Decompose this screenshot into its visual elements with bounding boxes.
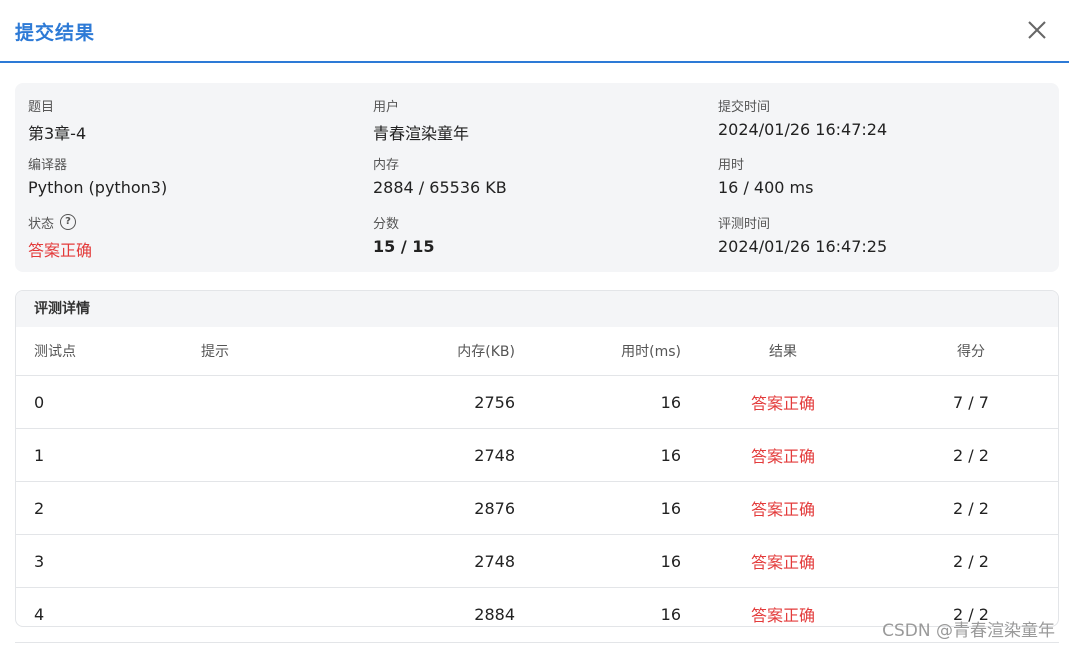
cell-memory: 2884	[474, 604, 515, 624]
cell-result: 答案正确	[682, 534, 884, 588]
user-label: 用户	[373, 99, 400, 115]
cell-test-point: 3	[16, 534, 200, 588]
cell-hint	[200, 588, 322, 627]
table-row: 3 2748 16 答案正确 2 / 2	[16, 534, 1058, 588]
compiler-label: 编译器	[28, 157, 68, 173]
table-row: 0 2756 16 答案正确 7 / 7	[16, 375, 1058, 429]
status-label-row: 状态 ?	[28, 213, 92, 232]
cell-time: 16	[516, 428, 682, 482]
problem-field: 题目 第3章-4	[28, 96, 86, 144]
score-field: 分数 15 / 15	[373, 213, 435, 257]
cell-test-point: 2	[16, 481, 200, 535]
table-row: 2 2876 16 答案正确 2 / 2	[16, 481, 1058, 535]
problem-value: 第3章-4	[28, 124, 87, 143]
cell-hint	[200, 428, 322, 482]
compiler-field: 编译器 Python (python3)	[28, 154, 168, 198]
col-time: 用时(ms)	[516, 327, 682, 376]
cell-result: 答案正确	[750, 606, 815, 625]
time-used-label: 用时	[718, 157, 745, 173]
status-label: 状态	[28, 216, 55, 232]
score-label: 分数	[373, 216, 400, 232]
cell-test-point: 1	[16, 428, 200, 482]
submission-summary: 题目 第3章-4 用户 青春渲染童年 提交时间 2024/01/26 16:47…	[15, 83, 1059, 272]
cell-time: 16	[516, 375, 682, 429]
col-memory: 内存(KB)	[322, 327, 516, 376]
cell-score: 7 / 7	[884, 375, 1058, 429]
compiler-value: Python (python3)	[28, 178, 168, 197]
judge-time-label: 评测时间	[718, 216, 771, 232]
cell-hint	[200, 481, 322, 535]
watermark: CSDN @青春渲染童年	[882, 621, 1055, 641]
col-test-point: 测试点	[16, 327, 200, 376]
submit-time-label: 提交时间	[718, 99, 771, 115]
cell-memory: 2876	[322, 481, 516, 535]
user-value: 青春渲染童年	[373, 124, 470, 143]
cell-hint	[200, 375, 322, 429]
close-icon[interactable]	[1023, 16, 1051, 44]
col-hint: 提示	[200, 327, 322, 376]
judge-details-panel: 评测详情 测试点 提示 内存(KB) 用时(ms) 结果 得分 0 2756 1…	[15, 290, 1059, 627]
cell-memory: 2748	[322, 534, 516, 588]
problem-label: 题目	[28, 99, 55, 115]
time-used-value: 16 / 400 ms	[718, 178, 814, 197]
cell-score: 2 / 2	[884, 428, 1058, 482]
submit-time-field: 提交时间 2024/01/26 16:47:24	[718, 96, 888, 140]
cell-hint	[200, 534, 322, 588]
memory-label: 内存	[373, 157, 400, 173]
cell-memory: 2748	[322, 428, 516, 482]
score-value: 15 / 15	[373, 237, 435, 256]
status-field: 状态 ? 答案正确	[28, 213, 92, 261]
cell-score: 2 / 2	[884, 534, 1058, 588]
time-used-field: 用时 16 / 400 ms	[718, 154, 814, 198]
user-field: 用户 青春渲染童年	[373, 96, 469, 144]
table-row: 1 2748 16 答案正确 2 / 2	[16, 428, 1058, 482]
dialog-header: 提交结果	[0, 0, 1069, 63]
divider	[15, 642, 1059, 643]
dialog-title: 提交结果	[15, 22, 96, 44]
submit-time-value: 2024/01/26 16:47:24	[718, 120, 888, 139]
judge-time-field: 评测时间 2024/01/26 16:47:25	[718, 213, 888, 257]
col-score: 得分	[884, 327, 1058, 376]
details-table: 测试点 提示 内存(KB) 用时(ms) 结果 得分 0 2756 16 答案正…	[16, 327, 1058, 627]
question-circle-icon[interactable]: ?	[60, 214, 77, 230]
cell-memory: 2756	[322, 375, 516, 429]
col-result: 结果	[682, 327, 884, 376]
details-title: 评测详情	[16, 291, 1058, 327]
cell-test-point: 0	[16, 375, 200, 429]
cell-time: 16	[660, 604, 681, 624]
cell-test-point: 4	[34, 604, 45, 624]
cell-time: 16	[516, 481, 682, 535]
judge-time-value: 2024/01/26 16:47:25	[718, 237, 888, 256]
cell-result: 答案正确	[682, 428, 884, 482]
cell-result: 答案正确	[682, 375, 884, 429]
cell-score: 2 / 2	[884, 481, 1058, 535]
memory-field: 内存 2884 / 65536 KB	[373, 154, 507, 198]
status-value: 答案正确	[28, 241, 93, 260]
cell-result: 答案正确	[682, 481, 884, 535]
table-header-row: 测试点 提示 内存(KB) 用时(ms) 结果 得分	[16, 327, 1058, 376]
memory-value: 2884 / 65536 KB	[373, 178, 507, 197]
cell-time: 16	[516, 534, 682, 588]
